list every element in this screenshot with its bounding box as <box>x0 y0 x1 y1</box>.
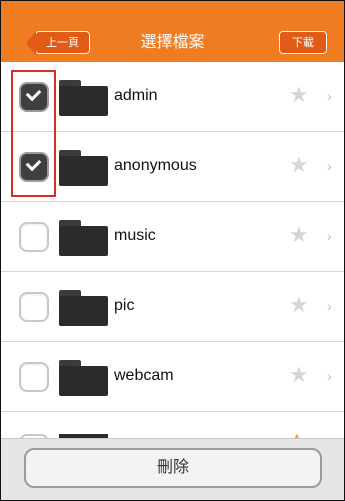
folder-icon <box>59 80 108 116</box>
file-row-webcam[interactable]: webcam ★ › <box>0 342 345 412</box>
chevron-right-icon: › <box>327 368 332 384</box>
star-icon[interactable]: ★ <box>289 364 309 386</box>
chevron-right-icon: › <box>327 228 332 244</box>
folder-icon <box>59 290 108 326</box>
file-name: admin <box>114 87 158 104</box>
file-name: anonymous <box>114 157 197 174</box>
chevron-right-icon: › <box>327 88 332 104</box>
delete-button[interactable]: 刪除 <box>24 448 322 488</box>
file-name: webcam <box>114 367 174 384</box>
page-title: 選擇檔案 <box>140 34 205 51</box>
selection-highlight <box>11 70 56 197</box>
download-button[interactable]: 下載 <box>279 31 327 54</box>
file-name: music <box>114 227 156 244</box>
checkbox-music[interactable] <box>19 222 49 252</box>
checkbox-pic[interactable] <box>19 292 49 322</box>
file-row-music[interactable]: music ★ › <box>0 202 345 272</box>
file-row-pic[interactable]: pic ★ › <box>0 272 345 342</box>
star-icon[interactable]: ★ <box>289 224 309 246</box>
star-icon[interactable]: ★ <box>289 84 309 106</box>
back-button[interactable]: 上一頁 <box>26 31 90 55</box>
checkbox-webcam[interactable] <box>19 362 49 392</box>
chevron-right-icon: › <box>327 158 332 174</box>
folder-icon <box>59 150 108 186</box>
folder-icon <box>59 220 108 256</box>
file-name: pic <box>114 297 135 314</box>
star-icon[interactable]: ★ <box>289 294 309 316</box>
chevron-right-icon: › <box>327 298 332 314</box>
file-picker-screen: 上一頁 選擇檔案 下載 admin ★ › anonymous ★ › musi… <box>0 0 345 501</box>
folder-icon <box>59 360 108 396</box>
star-icon[interactable]: ★ <box>289 154 309 176</box>
